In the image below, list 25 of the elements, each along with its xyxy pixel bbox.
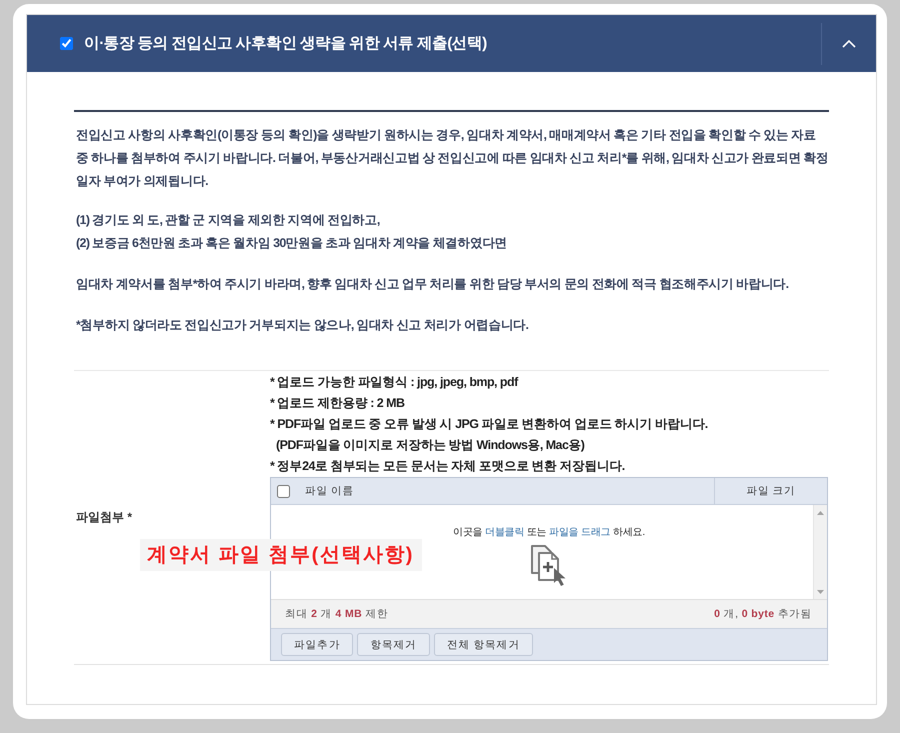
- remove-all-button[interactable]: 전체 항목제거: [434, 633, 533, 656]
- upload-note: * PDF파일 업로드 중 오류 발생 시 JPG 파일로 변환하여 업로드 하시기 바랍니다.: [270, 416, 708, 433]
- add-file-icon: [530, 544, 568, 587]
- remove-item-button[interactable]: 항목제거: [357, 633, 430, 656]
- column-header: 파일 이름: [305, 484, 354, 498]
- notice-text: 임대차 계약서를 첨부*하여 주시기 바라며, 향후 임대차 신고 업무 처리를 위한 담당 부서의 문의 전화에 적극 협조해주시기 바랍니다.: [75, 276, 790, 293]
- add-file-button[interactable]: 파일추가: [281, 633, 354, 656]
- chevron-up-icon[interactable]: [842, 40, 856, 48]
- section-checkbox[interactable]: [60, 37, 73, 50]
- upload-note: * 업로드 가능한 파일형식 : jpg, jpeg, bmp, pdf: [270, 374, 518, 391]
- added-count-text: 0 개, 0 byte 추가됨: [714, 607, 812, 621]
- column-header: 파일 크기: [746, 484, 796, 498]
- upload-note: * 정부24로 첨부되는 모든 문서는 자체 포맷으로 변환 저장됩니다.: [270, 458, 625, 475]
- upload-note: (PDF파일을 이미지로 저장하는 방법 Windows용, Mac용): [276, 437, 584, 454]
- select-all-checkbox[interactable]: [277, 484, 290, 498]
- file-limit-text: 최대 2 개 4 MB 제한: [285, 607, 388, 621]
- upload-note: * 업로드 제한용량 : 2 MB: [270, 395, 404, 412]
- notice-text: (1) 경기도 외 도, 관할 군 지역을 제외한 지역에 전입하고,: [75, 212, 381, 229]
- notice-text: 전입신고 사항의 사후확인(이통장 등의 확인)을 생략받기 원하시는 경우, 임대차 계약서, 매매계약서 혹은 기타 전입을 확인할 수 있는 자료 중 하나를 첨부하여 주시기 바랍니다. 더불어, 부동산거래신고법 상 전입신고에 따른 임대차 신고 처리*를 위해, 임대차 신고가 완료되면 확정일자 부여가 의제됩니다.: [75, 127, 829, 190]
- drop-hint-text: 이곳을 더블클릭 또는 파일을 드래그 하세요.: [453, 526, 645, 540]
- field-label: 파일첨부 *: [76, 509, 132, 526]
- notice-text: *첨부하지 않더라도 전입신고가 거부되지는 않으나, 임대차 신고 처리가 어렵습니다.: [75, 317, 530, 334]
- section-title: 이·통장 등의 전입신고 사후확인 생략을 위한 서류 제출(선택): [84, 34, 486, 54]
- annotation-label: 계약서 파일 첨부(선택사항): [140, 539, 422, 571]
- notice-text: (2) 보증금 6천만원 초과 혹은 월차임 30만원을 초과 임대차 계약을 체결하였다면: [75, 235, 508, 252]
